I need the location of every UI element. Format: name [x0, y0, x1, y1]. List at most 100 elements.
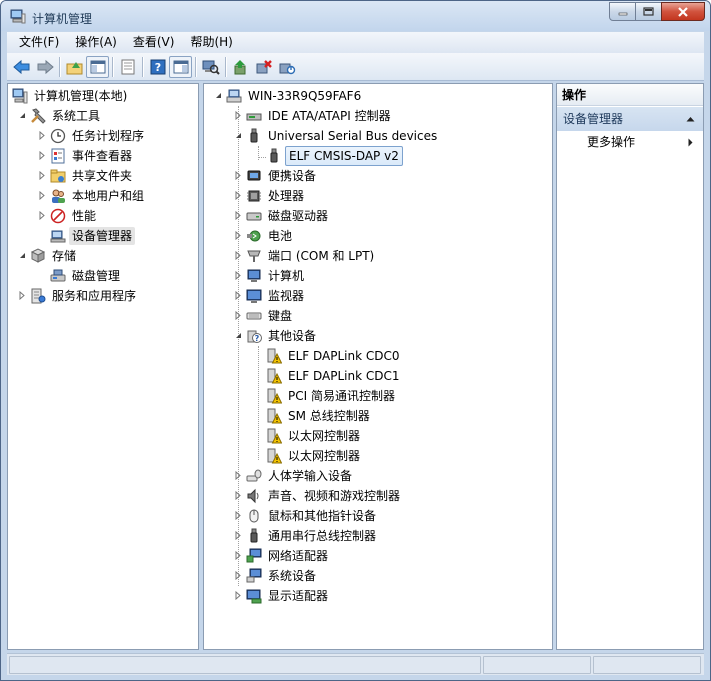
device-tree-root[interactable]: WIN-33R9Q59FAF6: [226, 86, 364, 106]
collapse-arrow-icon[interactable]: [18, 251, 27, 260]
forward-arrow-icon: [37, 59, 54, 74]
tree-item-storage[interactable]: 存储: [30, 246, 79, 266]
expand-arrow-icon[interactable]: [234, 491, 243, 500]
console-tree-icon: [90, 60, 105, 73]
expand-arrow-icon[interactable]: [234, 551, 243, 560]
system-device-icon: [246, 568, 262, 583]
expand-arrow-icon[interactable]: [234, 591, 243, 600]
speaker-icon: [247, 488, 259, 504]
expand-arrow-icon[interactable]: [234, 291, 243, 300]
device-category-usb-devices[interactable]: Universal Serial Bus devices: [246, 126, 440, 146]
expand-arrow-icon[interactable]: [234, 311, 243, 320]
tree-item-root[interactable]: 计算机管理(本地): [12, 86, 130, 106]
collapse-arrow-icon[interactable]: [214, 91, 223, 100]
device-ethernet-controller-1[interactable]: 以太网控制器: [266, 426, 363, 446]
list-icon: [121, 59, 134, 74]
device-category-display[interactable]: 显示适配器: [246, 586, 331, 606]
device-category-disk[interactable]: 磁盘驱动器: [246, 206, 331, 226]
device-sm-bus-controller[interactable]: SM 总线控制器: [266, 406, 373, 426]
submenu-arrow-icon[interactable]: [688, 138, 693, 147]
scan-hardware-icon: [202, 60, 220, 75]
device-category-system[interactable]: 系统设备: [246, 566, 319, 586]
device-category-other[interactable]: ? 其他设备: [246, 326, 319, 346]
close-button[interactable]: [661, 2, 705, 21]
tree-item-system-tools[interactable]: 系统工具: [30, 106, 103, 126]
device-category-processor[interactable]: 处理器: [246, 186, 307, 206]
expand-arrow-icon[interactable]: [234, 171, 243, 180]
show-hide-tree-button[interactable]: [86, 55, 109, 78]
expand-arrow-icon[interactable]: [234, 251, 243, 260]
uninstall-button[interactable]: [252, 56, 275, 78]
tree-item-local-users[interactable]: 本地用户和组: [50, 186, 147, 206]
menu-view[interactable]: 查看(V): [125, 32, 183, 53]
disable-device-button[interactable]: [275, 56, 298, 78]
minimize-button[interactable]: [609, 2, 636, 21]
tree-item-performance[interactable]: 性能: [50, 206, 99, 226]
device-ethernet-controller-2[interactable]: 以太网控制器: [266, 446, 363, 466]
menu-action[interactable]: 操作(A): [67, 32, 125, 53]
menu-file[interactable]: 文件(F): [11, 32, 67, 53]
usb-device-icon: [270, 148, 278, 163]
collapse-arrow-icon[interactable]: [18, 111, 27, 120]
maximize-icon: [643, 7, 654, 16]
update-driver-button[interactable]: [229, 56, 252, 78]
menu-help[interactable]: 帮助(H): [182, 32, 240, 53]
collapse-up-icon[interactable]: [686, 116, 695, 122]
device-category-monitor[interactable]: 监视器: [246, 286, 307, 306]
expand-arrow-icon[interactable]: [234, 511, 243, 520]
device-tree[interactable]: WIN-33R9Q59FAF6 IDE ATA/ATAPI 控制器 Univer…: [203, 83, 553, 650]
tree-item-shared-folders[interactable]: 共享文件夹: [50, 166, 135, 186]
forward-button[interactable]: [33, 56, 56, 78]
device-elf-daplink-cdc0[interactable]: ELF DAPLink CDC0: [266, 346, 402, 366]
tree-item-event-viewer[interactable]: 事件查看器: [50, 146, 135, 166]
status-bar: [7, 653, 704, 675]
device-category-mouse[interactable]: 鼠标和其他指针设备: [246, 506, 379, 526]
title-bar[interactable]: 计算机管理: [1, 1, 710, 31]
device-category-network[interactable]: 网络适配器: [246, 546, 331, 566]
collapse-arrow-icon[interactable]: [234, 131, 243, 140]
expand-arrow-icon[interactable]: [18, 291, 27, 300]
device-category-ide[interactable]: IDE ATA/ATAPI 控制器: [246, 106, 394, 126]
more-actions-item[interactable]: 更多操作: [587, 134, 635, 150]
device-category-portable[interactable]: 便携设备: [246, 166, 319, 186]
expand-arrow-icon[interactable]: [234, 271, 243, 280]
tree-item-task-scheduler[interactable]: 任务计划程序: [50, 126, 147, 146]
device-category-computer[interactable]: 计算机: [246, 266, 307, 286]
up-level-button[interactable]: [63, 56, 86, 78]
expand-arrow-icon[interactable]: [234, 211, 243, 220]
device-category-battery[interactable]: 电池: [246, 226, 295, 246]
device-pci-simple-comm-controller[interactable]: PCI 简易通讯控制器: [266, 386, 398, 406]
show-action-pane-button[interactable]: [169, 55, 192, 78]
device-category-hid[interactable]: 人体学输入设备: [246, 466, 355, 486]
device-elf-cmsis-dap-v2[interactable]: ELF CMSIS-DAP v2: [266, 146, 403, 166]
export-list-button[interactable]: [116, 56, 139, 78]
expand-arrow-icon[interactable]: [234, 571, 243, 580]
expand-arrow-icon[interactable]: [38, 171, 47, 180]
device-category-usb-controllers[interactable]: 通用串行总线控制器: [246, 526, 379, 546]
expand-arrow-icon[interactable]: [234, 111, 243, 120]
actions-group-device-manager[interactable]: 设备管理器: [557, 107, 703, 131]
expand-arrow-icon[interactable]: [234, 191, 243, 200]
expand-arrow-icon[interactable]: [234, 471, 243, 480]
expand-arrow-icon[interactable]: [38, 131, 47, 140]
scan-hardware-button[interactable]: [199, 56, 222, 78]
tree-item-device-manager[interactable]: 设备管理器: [50, 226, 136, 246]
device-category-keyboard[interactable]: 键盘: [246, 306, 295, 326]
console-tree[interactable]: 计算机管理(本地) 系统工具 任务计划程序 事件查看器 共享文件夹 本地用户和组: [7, 83, 199, 650]
tree-item-disk-management[interactable]: 磁盘管理: [50, 266, 123, 286]
help-button[interactable]: ?: [146, 56, 169, 78]
expand-arrow-icon[interactable]: [38, 191, 47, 200]
maximize-button[interactable]: [635, 2, 662, 21]
device-category-ports[interactable]: 端口 (COM 和 LPT): [246, 246, 377, 266]
expand-arrow-icon[interactable]: [38, 151, 47, 160]
toolbar: ?: [7, 53, 704, 81]
svg-text:?: ?: [154, 61, 160, 74]
expand-arrow-icon[interactable]: [234, 531, 243, 540]
device-elf-daplink-cdc1[interactable]: ELF DAPLink CDC1: [266, 366, 402, 386]
tree-item-services-apps[interactable]: 服务和应用程序: [30, 286, 139, 306]
device-category-audio[interactable]: 声音、视频和游戏控制器: [246, 486, 403, 506]
expand-arrow-icon[interactable]: [234, 231, 243, 240]
expand-arrow-icon[interactable]: [38, 211, 47, 220]
collapse-arrow-icon[interactable]: [234, 331, 243, 340]
back-button[interactable]: [10, 56, 33, 78]
